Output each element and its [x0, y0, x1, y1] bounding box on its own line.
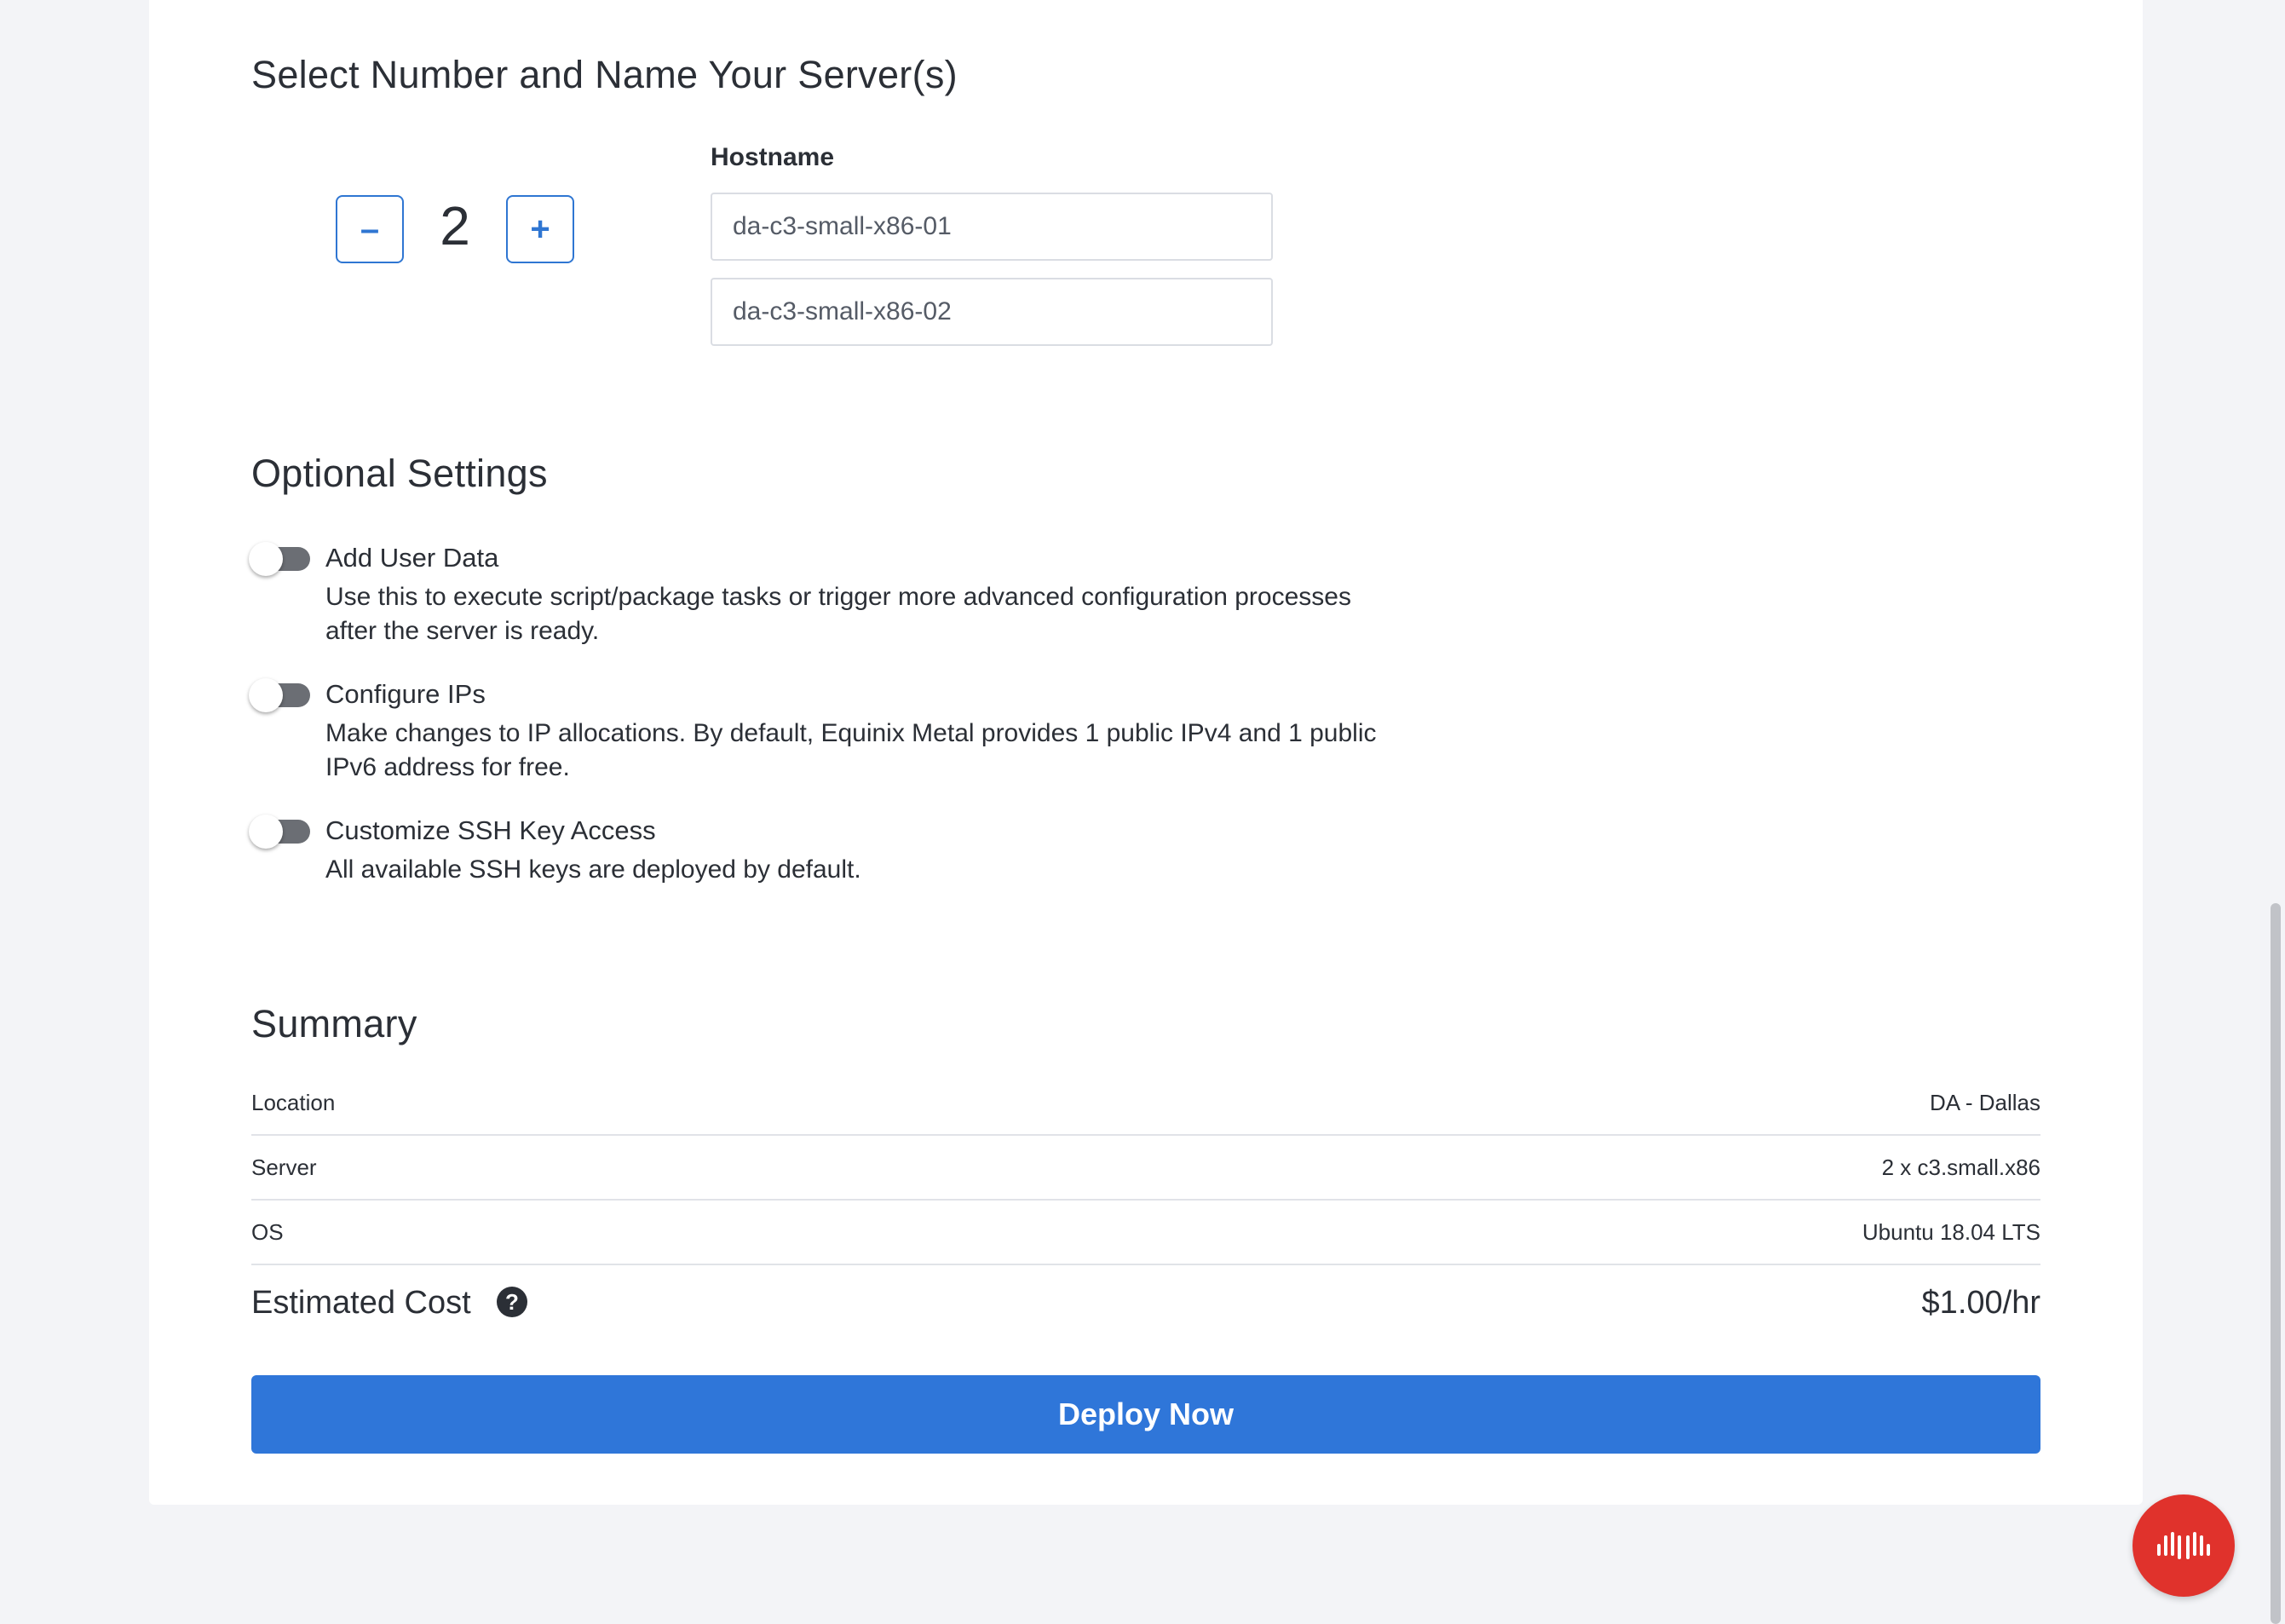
question-circle-icon[interactable]: ? [497, 1287, 527, 1317]
user-data-title: Add User Data [325, 543, 499, 573]
ssh-key-toggle[interactable] [249, 815, 310, 849]
configure-ips-toggle[interactable] [249, 678, 310, 712]
scrollbar-thumb[interactable] [2271, 903, 2281, 1624]
user-data-toggle[interactable] [249, 542, 310, 576]
ssh-key-title: Customize SSH Key Access [325, 815, 656, 845]
estimated-cost-value: $1.00/hr [1921, 1285, 2040, 1321]
summary-value: Ubuntu 18.04 LTS [1862, 1219, 2040, 1245]
estimated-cost-label: Estimated Cost [251, 1285, 471, 1321]
support-chat-button[interactable] [2132, 1494, 2235, 1597]
optional-settings-title: Optional Settings [251, 452, 548, 495]
server-count: 2 [440, 195, 470, 256]
summary-key: Server [251, 1155, 317, 1180]
minus-icon: – [360, 210, 380, 248]
ssh-key-desc: All available SSH keys are deployed by d… [325, 855, 861, 884]
user-data-desc-line-1: Use this to execute script/package tasks… [325, 583, 1351, 611]
hostname-input-1[interactable] [711, 193, 1273, 261]
configure-ips-desc: Make changes to IP allocations. By defau… [325, 717, 1518, 785]
toggle-knob [249, 542, 283, 576]
summary-row-server: Server 2 x c3.small.x86 [251, 1136, 2040, 1201]
summary-row-os: OS Ubuntu 18.04 LTS [251, 1201, 2040, 1265]
deploy-now-button[interactable]: Deploy Now [251, 1375, 2040, 1454]
plus-icon: + [530, 210, 550, 248]
estimated-cost-row: Estimated Cost ? $1.00/hr [251, 1270, 2040, 1338]
decrement-button[interactable]: – [336, 195, 404, 263]
hostname-input-2[interactable] [711, 278, 1273, 346]
user-data-desc: Use this to execute script/package tasks… [325, 580, 1518, 648]
summary-title: Summary [251, 1002, 417, 1045]
summary-row-location: Location DA - Dallas [251, 1071, 2040, 1136]
increment-button[interactable]: + [506, 195, 574, 263]
configure-ips-desc-line-2: IPv6 address for free. [325, 753, 570, 781]
toggle-knob [249, 815, 283, 849]
equinix-logo-icon [2157, 1532, 2210, 1559]
hostname-label: Hostname [711, 143, 835, 171]
configure-ips-title: Configure IPs [325, 679, 486, 709]
toggle-knob [249, 678, 283, 712]
summary-value: 2 x c3.small.x86 [1881, 1155, 2040, 1180]
summary-key: OS [251, 1219, 284, 1245]
user-data-desc-line-2: after the server is ready. [325, 617, 600, 645]
configure-ips-desc-line-1: Make changes to IP allocations. By defau… [325, 719, 1377, 747]
summary-value: DA - Dallas [1929, 1090, 2040, 1115]
summary-key: Location [251, 1090, 336, 1115]
servers-section-title: Select Number and Name Your Server(s) [251, 53, 958, 96]
